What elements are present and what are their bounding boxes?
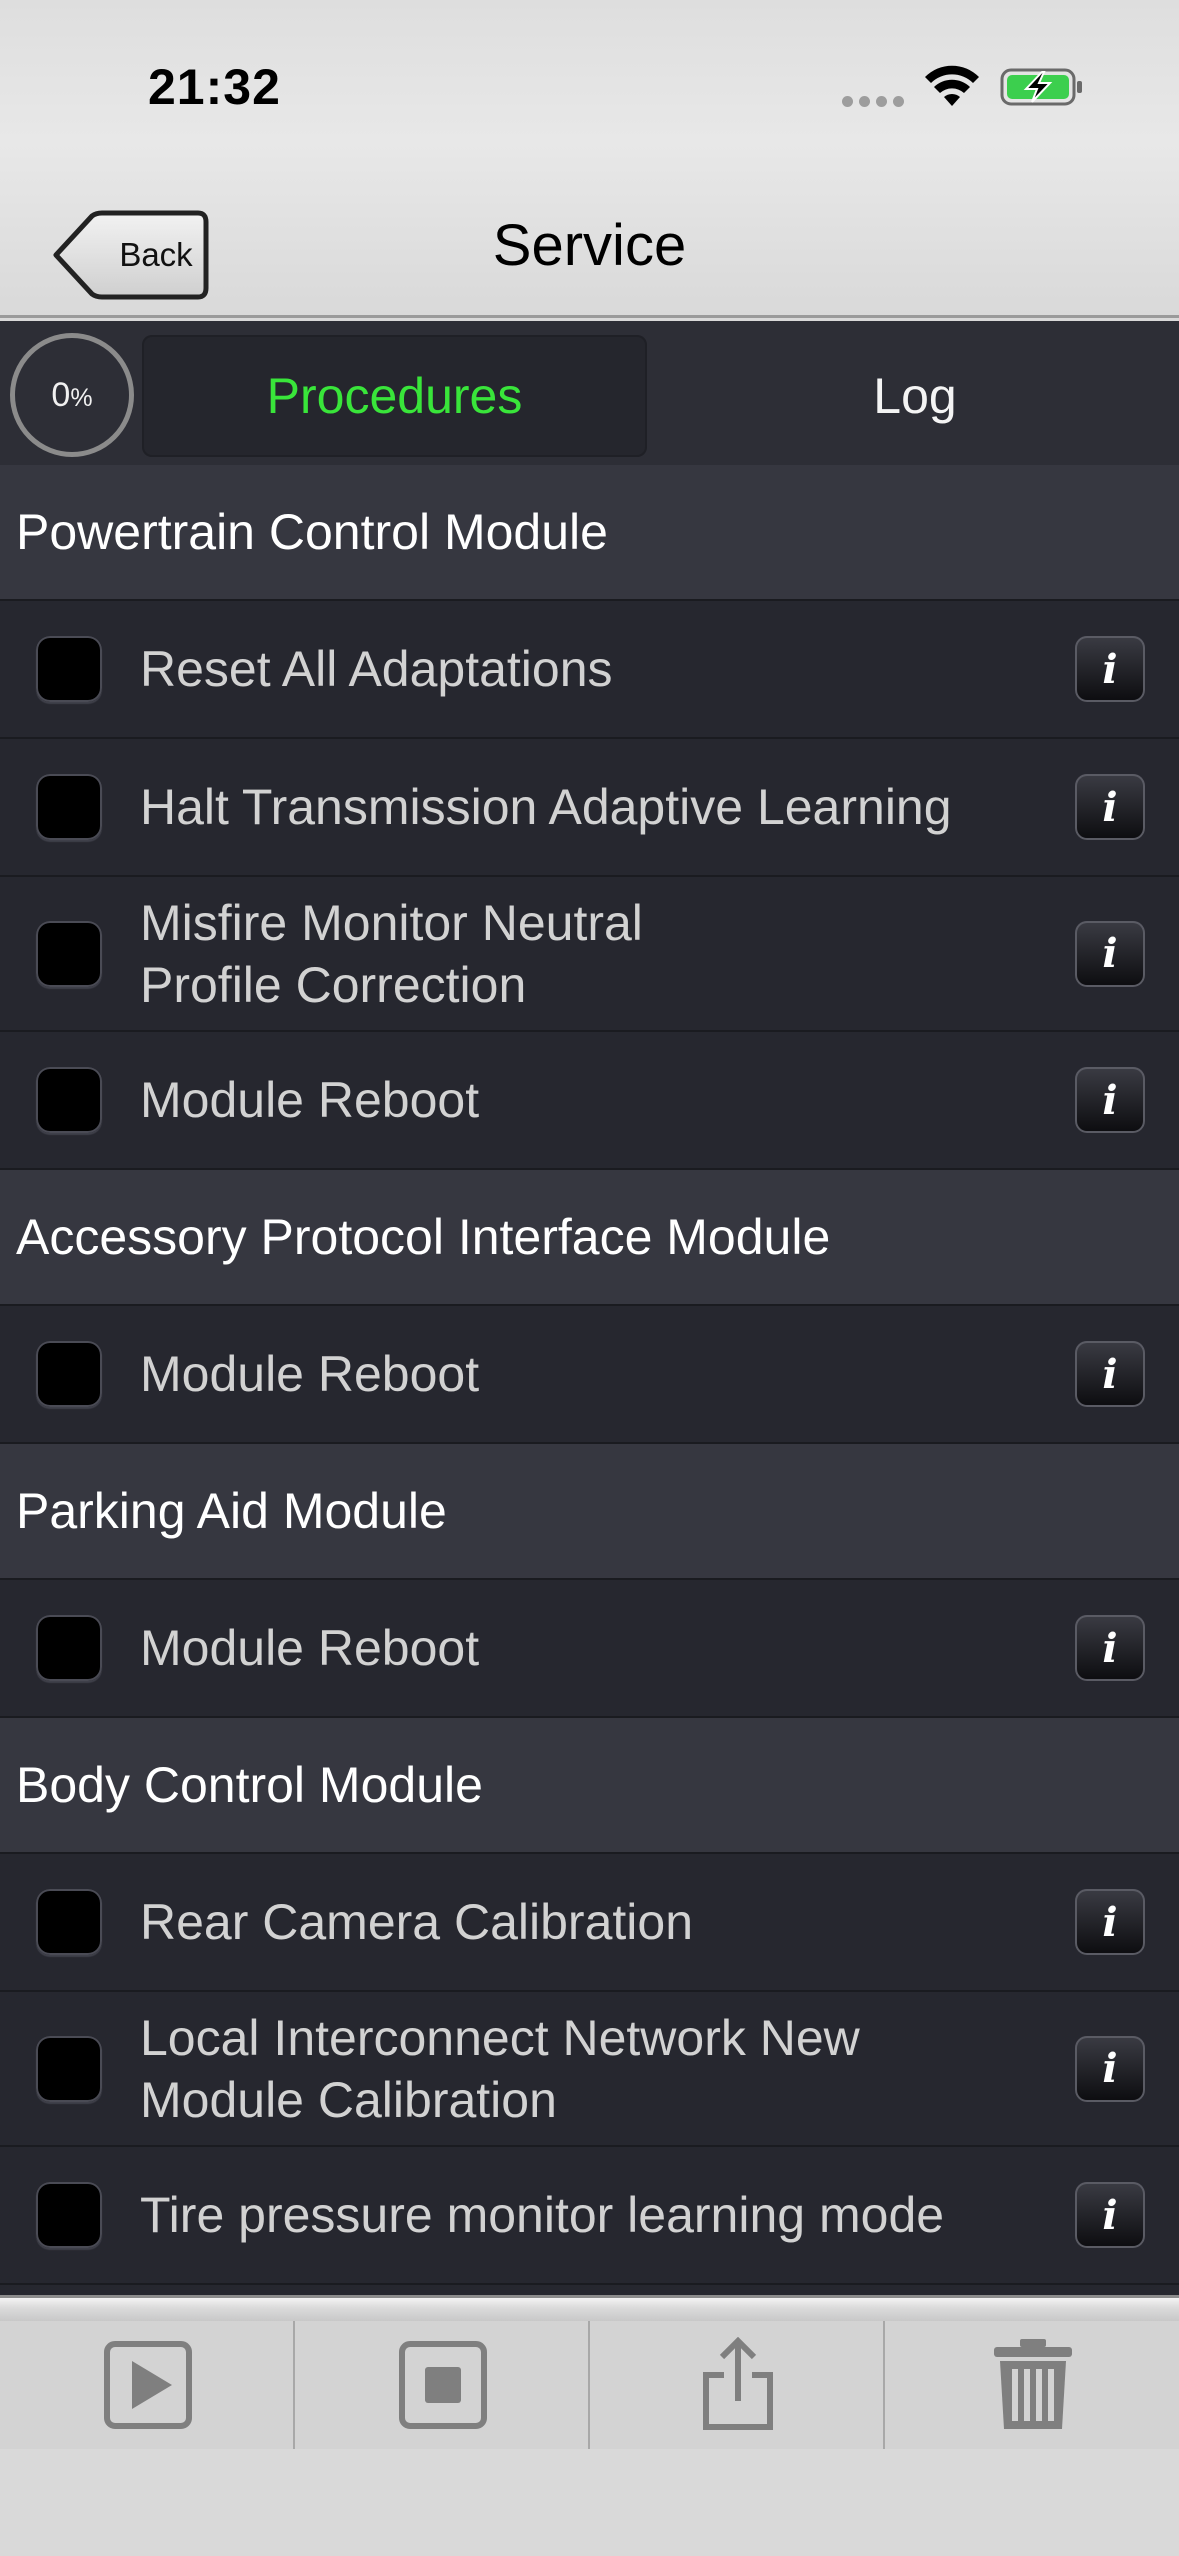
procedure-label: Misfire Monitor Neutral Profile Correcti… — [140, 894, 643, 1013]
section-header: Powertrain Control Module — [0, 465, 1179, 601]
info-icon[interactable]: i — [1075, 1067, 1145, 1133]
info-icon[interactable]: i — [1075, 2035, 1145, 2102]
procedure-label: Rear Camera Calibration — [140, 1894, 694, 1950]
app-root: 21:32 Back Service 0 % Procedures Log Po… — [0, 0, 1179, 2556]
delete-button[interactable] — [885, 2321, 1179, 2449]
list-item[interactable]: Reset All Adaptations i — [0, 601, 1179, 739]
section-header: Body Control Module — [0, 1718, 1179, 1854]
procedure-label: Module Reboot — [140, 1346, 480, 1402]
progress-value: 0 — [51, 375, 71, 414]
info-icon[interactable]: i — [1075, 1615, 1145, 1681]
info-icon[interactable]: i — [1075, 1341, 1145, 1407]
procedure-list[interactable]: Powertrain Control Module Reset All Adap… — [0, 465, 1179, 2295]
list-item[interactable]: Local Interconnect Network New Module Ca… — [0, 1992, 1179, 2147]
info-icon[interactable]: i — [1075, 1889, 1145, 1955]
checkbox[interactable] — [36, 1341, 102, 1407]
share-icon — [702, 2337, 773, 2430]
tab-procedures[interactable]: Procedures — [142, 335, 647, 457]
procedure-label: Local Interconnect Network New Module Ca… — [140, 2009, 860, 2128]
navigation-header: 21:32 Back Service — [0, 0, 1179, 318]
bottom-toolbar — [0, 2321, 1179, 2449]
checkbox[interactable] — [36, 1889, 102, 1955]
info-icon[interactable]: i — [1075, 774, 1145, 840]
list-item[interactable]: Rear Camera Calibration i — [0, 1854, 1179, 1992]
battery-charging-icon — [1000, 68, 1082, 106]
play-button[interactable] — [0, 2321, 295, 2449]
share-button[interactable] — [590, 2321, 885, 2449]
procedure-label: Tire pressure monitor learning mode — [140, 2187, 945, 2243]
checkbox[interactable] — [36, 1615, 102, 1681]
checkbox[interactable] — [36, 774, 102, 840]
cellular-signal-icon — [842, 96, 904, 108]
section-header: Parking Aid Module — [0, 1444, 1179, 1580]
procedure-label: Module Reboot — [140, 1072, 480, 1128]
list-item[interactable]: Module Reboot i — [0, 1032, 1179, 1170]
info-icon[interactable]: i — [1075, 2182, 1145, 2248]
procedure-label: Module Reboot — [140, 1620, 480, 1676]
procedure-label: Reset All Adaptations — [140, 641, 613, 697]
progress-indicator: 0% — [10, 333, 134, 457]
home-indicator-area — [0, 2449, 1179, 2556]
wifi-icon — [925, 65, 979, 106]
trash-icon — [993, 2339, 1072, 2429]
procedure-label: Halt Transmission Adaptive Learning — [140, 779, 952, 835]
play-icon — [103, 2341, 192, 2429]
list-item[interactable]: Module Reboot i — [0, 1580, 1179, 1718]
stop-button[interactable] — [295, 2321, 590, 2449]
segment-bar: 0% Procedures Log — [0, 321, 1179, 465]
info-icon[interactable]: i — [1075, 920, 1145, 987]
list-item[interactable]: Module Reboot i — [0, 1306, 1179, 1444]
info-icon[interactable]: i — [1075, 636, 1145, 702]
tab-log[interactable]: Log — [660, 335, 1170, 457]
toolbar-separator — [0, 2295, 1179, 2321]
list-item[interactable]: Halt Transmission Adaptive Learning i — [0, 739, 1179, 877]
page-title: Service — [492, 213, 687, 278]
section-header: Accessory Protocol Interface Module — [0, 1170, 1179, 1306]
checkbox[interactable] — [36, 1067, 102, 1133]
checkbox[interactable] — [36, 2182, 102, 2248]
checkbox[interactable] — [36, 920, 102, 987]
stop-icon — [398, 2341, 487, 2429]
status-time: 21:32 — [148, 59, 281, 115]
progress-unit: % — [70, 383, 93, 412]
status-icons — [842, 62, 1082, 112]
checkbox[interactable] — [36, 2035, 102, 2102]
checkbox[interactable] — [36, 636, 102, 702]
list-item[interactable]: Tire pressure monitor learning mode i — [0, 2147, 1179, 2285]
list-item[interactable]: Misfire Monitor Neutral Profile Correcti… — [0, 877, 1179, 1032]
